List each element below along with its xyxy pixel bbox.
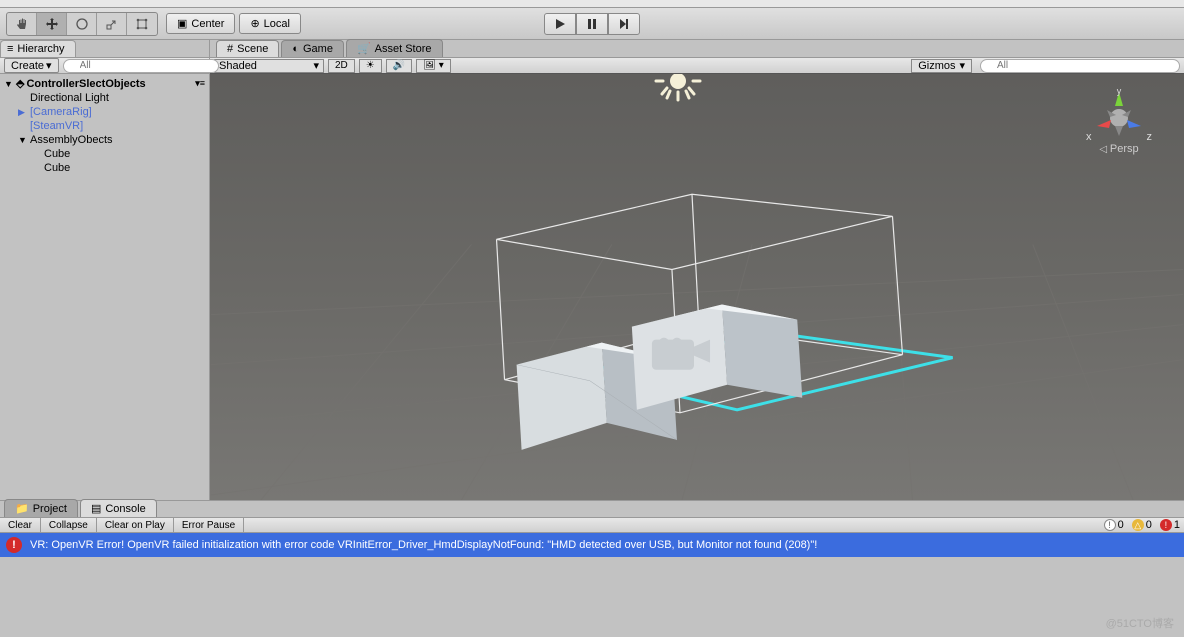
hierarchy-search[interactable] bbox=[63, 59, 219, 73]
unity-icon: ⬘ bbox=[16, 77, 24, 90]
orientation-gizmo[interactable]: xz y ◁ Persp bbox=[1084, 86, 1154, 155]
chevron-down-icon: ▾ bbox=[959, 59, 965, 72]
tab-game[interactable]: ◐Game bbox=[281, 40, 344, 57]
error-message-text: VR: OpenVR Error! OpenVR failed initiali… bbox=[30, 539, 817, 551]
scene-viewport[interactable]: xz y ◁ Persp bbox=[210, 74, 1184, 500]
center-icon: ▣ bbox=[177, 17, 187, 30]
scene-menu-icon[interactable]: ▾≡ bbox=[195, 78, 205, 89]
hierarchy-item[interactable]: ▼AssemblyObects bbox=[0, 133, 209, 147]
hierarchy-tree: ▼⬘ControllerSlectObjects▾≡ Directional L… bbox=[0, 74, 209, 500]
local-icon: ⊕ bbox=[250, 17, 259, 30]
pivot-mode-button[interactable]: ▣Center bbox=[166, 13, 235, 34]
clear-on-play-button[interactable]: Clear on Play bbox=[97, 518, 174, 532]
tab-scene[interactable]: #Scene bbox=[216, 40, 279, 57]
hierarchy-tab[interactable]: ≡Hierarchy bbox=[0, 40, 76, 57]
audio-toggle[interactable]: 🔊 bbox=[386, 59, 412, 73]
scene-icon: # bbox=[227, 43, 233, 55]
scene-3d-content bbox=[210, 74, 1184, 500]
error-icon: ! bbox=[6, 537, 22, 553]
rotate-tool[interactable] bbox=[67, 13, 97, 35]
collapse-button[interactable]: Collapse bbox=[41, 518, 97, 532]
sun-light-icon bbox=[653, 74, 703, 106]
hierarchy-item[interactable]: Cube bbox=[0, 147, 209, 161]
pause-button[interactable] bbox=[576, 13, 608, 35]
cart-icon: 🛒 bbox=[357, 42, 371, 55]
folder-icon: 📁 bbox=[15, 502, 29, 515]
rotation-mode-button[interactable]: ⊕Local bbox=[239, 13, 301, 34]
bottom-panel: 📁Project ▤Console Clear Collapse Clear o… bbox=[0, 500, 1184, 637]
error-pause-button[interactable]: Error Pause bbox=[174, 518, 244, 532]
play-button[interactable] bbox=[544, 13, 576, 35]
hierarchy-item[interactable]: [SteamVR] bbox=[0, 119, 209, 133]
shading-mode-dropdown[interactable]: Shaded▾ bbox=[214, 59, 324, 73]
play-controls bbox=[544, 13, 640, 35]
main-toolbar: ▣Center ⊕Local bbox=[0, 8, 1184, 40]
rect-tool[interactable] bbox=[127, 13, 157, 35]
tab-project[interactable]: 📁Project bbox=[4, 499, 78, 517]
game-icon: ◐ bbox=[292, 43, 299, 55]
hierarchy-item[interactable]: ▶[CameraRig] bbox=[0, 105, 209, 119]
info-count[interactable]: !0 bbox=[1100, 519, 1128, 531]
chevron-down-icon: ▾ bbox=[313, 59, 319, 72]
warn-count[interactable]: △0 bbox=[1128, 519, 1156, 531]
console-error-row[interactable]: ! VR: OpenVR Error! OpenVR failed initia… bbox=[0, 533, 1184, 557]
hierarchy-icon: ≡ bbox=[7, 43, 13, 55]
transform-tools bbox=[6, 12, 158, 36]
tab-asset-store[interactable]: 🛒Asset Store bbox=[346, 39, 443, 57]
lighting-toggle[interactable]: ☀ bbox=[359, 59, 382, 73]
tab-console[interactable]: ▤Console bbox=[80, 499, 157, 517]
hierarchy-item[interactable]: Cube bbox=[0, 161, 209, 175]
move-tool[interactable] bbox=[37, 13, 67, 35]
hand-tool[interactable] bbox=[7, 13, 37, 35]
scale-tool[interactable] bbox=[97, 13, 127, 35]
scene-area: #Scene ◐Game 🛒Asset Store Shaded▾ 2D ☀ 🔊… bbox=[210, 40, 1184, 500]
gizmos-dropdown[interactable]: Gizmos▾ bbox=[911, 59, 972, 73]
mode-2d-toggle[interactable]: 2D bbox=[328, 59, 355, 73]
create-button[interactable]: Create▾ bbox=[4, 58, 59, 73]
watermark: @51CTO博客 bbox=[1106, 615, 1174, 631]
console-icon: ▤ bbox=[91, 502, 101, 515]
menu-bar bbox=[0, 0, 1184, 8]
step-button[interactable] bbox=[608, 13, 640, 35]
dropdown-icon: ▾ bbox=[46, 59, 52, 72]
error-count[interactable]: !1 bbox=[1156, 519, 1184, 531]
cube-object bbox=[632, 305, 802, 410]
clear-button[interactable]: Clear bbox=[0, 518, 41, 532]
fx-dropdown[interactable]: 🖼 ▾ bbox=[416, 59, 451, 73]
hierarchy-panel: ≡Hierarchy Create▾ ▼⬘ControllerSlectObje… bbox=[0, 40, 210, 500]
hierarchy-item[interactable]: Directional Light bbox=[0, 91, 209, 105]
scene-root[interactable]: ▼⬘ControllerSlectObjects▾≡ bbox=[0, 76, 209, 91]
scene-search[interactable] bbox=[980, 59, 1180, 73]
